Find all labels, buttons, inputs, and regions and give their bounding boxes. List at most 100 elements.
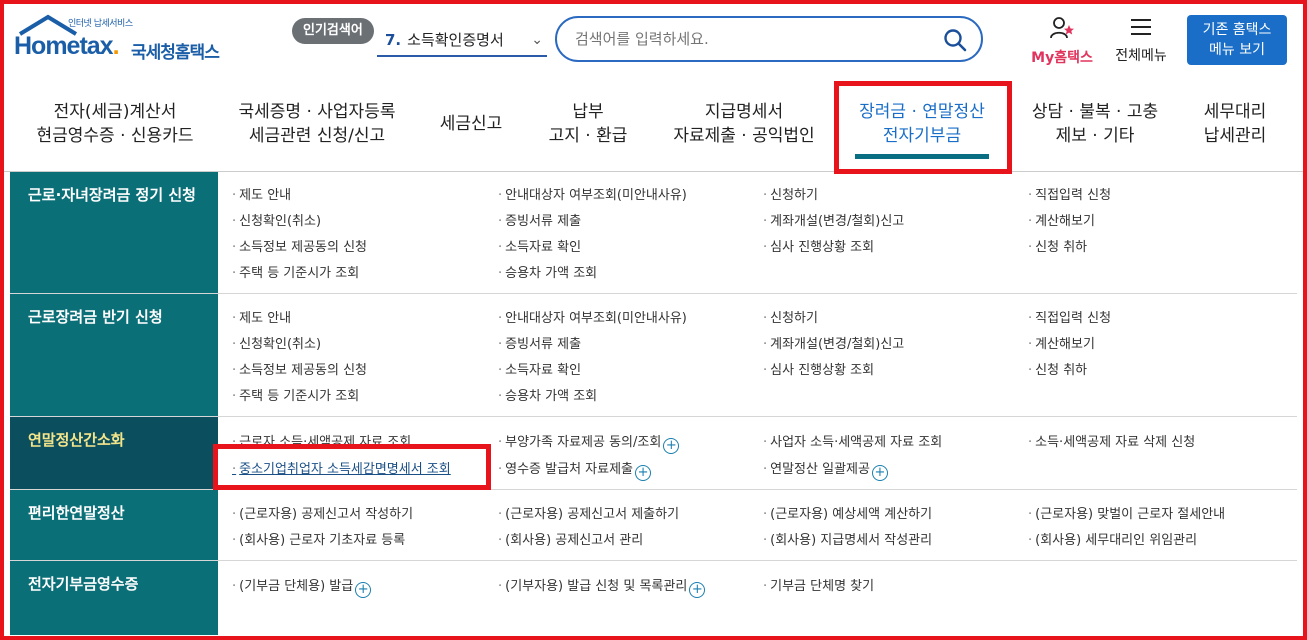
menu-link[interactable]: · (회사용) 근로자 기초자료 등록	[232, 529, 405, 548]
menu-link[interactable]: · 신청 취하	[1028, 359, 1087, 378]
search-input[interactable]	[575, 28, 935, 50]
plus-circle-icon[interactable]: +	[871, 465, 888, 481]
gnb-item-consultation[interactable]: 상담 · 불복 · 고충 제보 · 기타	[1020, 100, 1170, 148]
menu-link[interactable]: · 신청하기	[763, 184, 818, 203]
hamburger-icon	[1131, 19, 1151, 35]
menu-link[interactable]: · (근로자용) 공제신고서 제출하기	[498, 503, 679, 522]
menu-link[interactable]: · 승용차 가액 조회	[498, 262, 597, 281]
menu-link[interactable]: · 계산해보기	[1028, 210, 1095, 229]
chevron-down-icon: ⌄	[531, 32, 543, 48]
menu-link[interactable]: · 사업자 소득·세액공제 자료 조회	[763, 431, 942, 450]
menu-link[interactable]: · 신청확인(취소)	[232, 333, 321, 352]
gnb-label-line1: 전자(세금)계산서	[53, 102, 177, 122]
menu-link[interactable]: · 직접입력 신청	[1028, 307, 1111, 326]
menu-link[interactable]: · 안내대상자 여부조회(미안내사유)	[498, 184, 687, 203]
menu-link[interactable]: · 심사 진행상황 조회	[763, 236, 874, 255]
menu-link[interactable]: · (기부금 단체용) 발급 +	[232, 575, 372, 598]
menu-link[interactable]: · (근로자용) 공제신고서 작성하기	[232, 503, 413, 522]
gnb-label-line2: 전자기부금	[882, 126, 962, 146]
my-hometax-button[interactable]: My홈택스	[1026, 16, 1098, 66]
plus-circle-icon[interactable]: +	[663, 438, 680, 454]
menu-link[interactable]: · 소득자료 확인	[498, 236, 581, 255]
menu-link[interactable]: · 승용차 가액 조회	[498, 385, 597, 404]
hometax-logo[interactable]: 인터넷 납세서비스 Hometax. 국세청홈택스	[14, 14, 239, 68]
gnb-label-line1: 세금신고	[439, 114, 503, 134]
menu-link[interactable]: · (근로자용) 맞벌이 근로자 절세안내	[1028, 503, 1225, 522]
gnb-label-line1: 상담 · 불복 · 고충	[1031, 102, 1159, 122]
global-navigation: 전자(세금)계산서 현금영수증 · 신용카드 국세증명 · 사업자등록 세금관련…	[0, 82, 1307, 172]
gnb-label-line2: 납세관리	[1203, 126, 1267, 146]
gnb-item-payment[interactable]: 납부 고지 · 환급	[538, 100, 638, 148]
menu-row-regular-incentive: 근로·자녀장려금 정기 신청 · 제도 안내 · 안내대상자 여부조회(미안내사유)…	[10, 172, 1297, 294]
gnb-item-incentive-year-end[interactable]: 장려금 · 연말정산 전자기부금	[845, 100, 999, 148]
menu-link[interactable]: · 신청하기	[763, 307, 818, 326]
menu-link[interactable]: · 영수증 발급처 자료제출 +	[498, 458, 652, 481]
menu-link[interactable]: · 계좌개설(변경/철회)신고	[763, 210, 904, 229]
menu-link[interactable]: · 안내대상자 여부조회(미안내사유)	[498, 307, 687, 326]
my-hometax-label: My홈택스	[1031, 50, 1093, 66]
search-icon[interactable]	[943, 28, 967, 52]
menu-row-convenient-year-end: 편리한연말정산 · (근로자용) 공제신고서 작성하기 · (근로자용) 공제신고서…	[10, 490, 1297, 561]
popular-search-select[interactable]: 7. 소득확인증명서 ⌄	[377, 23, 547, 57]
menu-link-sme-tax-reduction[interactable]: · 중소기업취업자 소득세감면명세서 조회	[232, 458, 451, 477]
menu-link[interactable]: · 소득정보 제공동의 신청	[232, 359, 367, 378]
menu-link[interactable]: · 소득정보 제공동의 신청	[232, 236, 367, 255]
menu-link[interactable]: · 근로자 소득·세액공제 자료 조회	[232, 431, 411, 450]
gnb-label-line2: 현금영수증 · 신용카드	[36, 126, 194, 146]
plus-circle-icon[interactable]: +	[355, 582, 372, 598]
old-menu-line1: 기존 홈택스	[1202, 22, 1272, 38]
menu-link[interactable]: · 제도 안내	[232, 184, 291, 203]
user-star-icon	[1050, 17, 1074, 39]
gnb-item-tax-filing[interactable]: 세금신고	[428, 112, 514, 136]
menu-link[interactable]: · (근로자용) 예상세액 계산하기	[763, 503, 932, 522]
gnb-label-line1: 국세증명 · 사업자등록	[238, 102, 396, 122]
all-menu-button[interactable]: 전체메뉴	[1108, 16, 1174, 66]
menu-link[interactable]: · 직접입력 신청	[1028, 184, 1111, 203]
menu-link[interactable]: · 연말정산 일괄제공 +	[763, 458, 888, 481]
menu-link[interactable]: · 계산해보기	[1028, 333, 1095, 352]
menu-link[interactable]: · 증빙서류 제출	[498, 333, 581, 352]
gnb-label-line1: 세무대리	[1203, 102, 1267, 122]
menu-link[interactable]: · 주택 등 기준시가 조회	[232, 262, 359, 281]
active-tab-underline	[855, 154, 989, 159]
menu-link[interactable]: · 계좌개설(변경/철회)신고	[763, 333, 904, 352]
menu-link[interactable]: · 신청확인(취소)	[232, 210, 321, 229]
header: 인터넷 납세서비스 Hometax. 국세청홈택스 인기검색어 7. 소득확인증명…	[0, 0, 1307, 82]
gnb-item-certificates[interactable]: 국세증명 · 사업자등록 세금관련 신청/신고	[222, 100, 412, 148]
menu-link[interactable]: · 주택 등 기준시가 조회	[232, 385, 359, 404]
plus-circle-icon[interactable]: +	[635, 465, 652, 481]
submenu-panel: 근로·자녀장려금 정기 신청 · 제도 안내 · 안내대상자 여부조회(미안내사유)…	[10, 172, 1297, 635]
old-hometax-menu-button[interactable]: 기존 홈택스 메뉴 보기	[1187, 15, 1287, 65]
gnb-item-tax-agent[interactable]: 세무대리 납세관리	[1190, 100, 1280, 148]
popular-term: 소득확인증명서	[407, 31, 504, 49]
plus-circle-icon[interactable]: +	[689, 582, 706, 598]
menu-link[interactable]: · (기부자용) 발급 신청 및 목록관리 +	[498, 575, 706, 598]
popular-rank: 7.	[385, 31, 402, 49]
menu-link[interactable]: · 소득·세액공제 자료 삭제 신청	[1028, 431, 1195, 450]
menu-row-e-donation-receipt: 전자기부금영수증 · (기부금 단체용) 발급 + · (기부자용) 발급 신청 및 …	[10, 561, 1297, 635]
menu-link[interactable]: · 소득자료 확인	[498, 359, 581, 378]
logo-wordmark: Hometax.	[14, 32, 120, 60]
gnb-label-line1: 장려금 · 연말정산	[859, 102, 985, 122]
row-title: 연말정산간소화	[10, 417, 218, 489]
gnb-item-e-invoice[interactable]: 전자(세금)계산서 현금영수증 · 신용카드	[25, 100, 205, 148]
menu-link[interactable]: · 기부금 단체명 찾기	[763, 575, 874, 594]
gnb-label-line1: 지급명세서	[704, 102, 784, 122]
popular-search-badge: 인기검색어	[292, 18, 374, 44]
gnb-label-line1: 납부	[572, 102, 604, 122]
row-title: 전자기부금영수증	[10, 561, 218, 635]
gnb-label-line2: 자료제출 · 공익법인	[673, 126, 815, 146]
old-menu-line2: 메뉴 보기	[1209, 42, 1265, 58]
menu-link[interactable]: · (회사용) 세무대리인 위임관리	[1028, 529, 1197, 548]
row-title: 편리한연말정산	[10, 490, 218, 560]
menu-link[interactable]: · (회사용) 지급명세서 작성관리	[763, 529, 932, 548]
menu-link[interactable]: · 신청 취하	[1028, 236, 1087, 255]
menu-link[interactable]: · (회사용) 공제신고서 관리	[498, 529, 643, 548]
gnb-label-line2: 세금관련 신청/신고	[248, 126, 386, 146]
menu-link[interactable]: · 증빙서류 제출	[498, 210, 581, 229]
gnb-label-line2: 제보 · 기타	[1055, 126, 1135, 146]
menu-link[interactable]: · 제도 안내	[232, 307, 291, 326]
menu-link[interactable]: · 부양가족 자료제공 동의/조회 +	[498, 431, 680, 454]
menu-link[interactable]: · 심사 진행상황 조회	[763, 359, 874, 378]
gnb-item-payment-statements[interactable]: 지급명세서 자료제출 · 공익법인	[660, 100, 828, 148]
